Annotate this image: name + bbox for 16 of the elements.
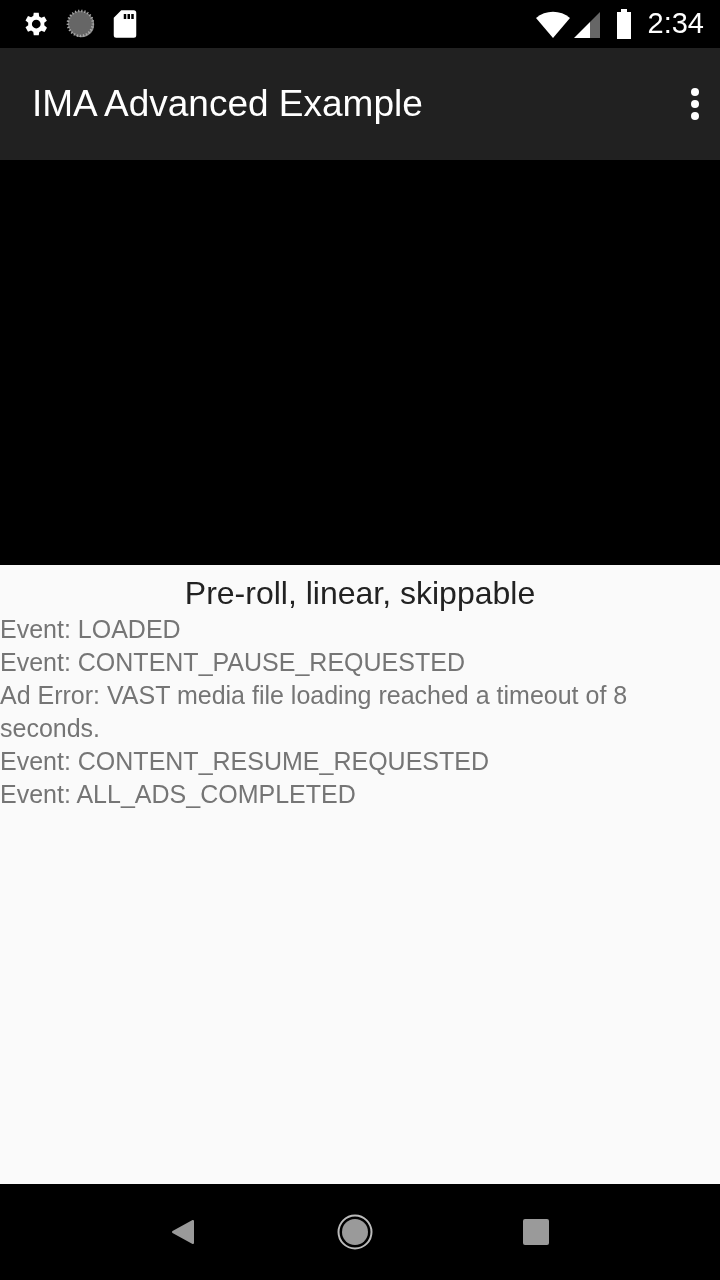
sync-icon xyxy=(66,9,96,39)
log-line: Event: LOADED xyxy=(0,614,182,645)
ad-type-label: Pre-roll, linear, skippable xyxy=(183,574,537,613)
overflow-menu-icon[interactable] xyxy=(690,87,700,121)
wifi-icon xyxy=(535,10,570,38)
log-line: Event: CONTENT_PAUSE_REQUESTED xyxy=(0,647,466,678)
sd-card-icon xyxy=(112,9,138,39)
battery-icon xyxy=(615,9,632,39)
back-icon[interactable] xyxy=(171,1219,195,1245)
app-title: IMA Advanced Example xyxy=(32,82,424,127)
clock-time: 2:34 xyxy=(647,6,704,42)
signal-icon xyxy=(573,10,600,38)
log-line: Event: CONTENT_RESUME_REQUESTED xyxy=(0,746,490,777)
log-line: Event: ALL_ADS_COMPLETED xyxy=(0,779,357,810)
log-line: Ad Error: VAST media file loading reached a timeout of 8 seconds. xyxy=(0,680,629,744)
home-icon[interactable] xyxy=(337,1214,373,1250)
